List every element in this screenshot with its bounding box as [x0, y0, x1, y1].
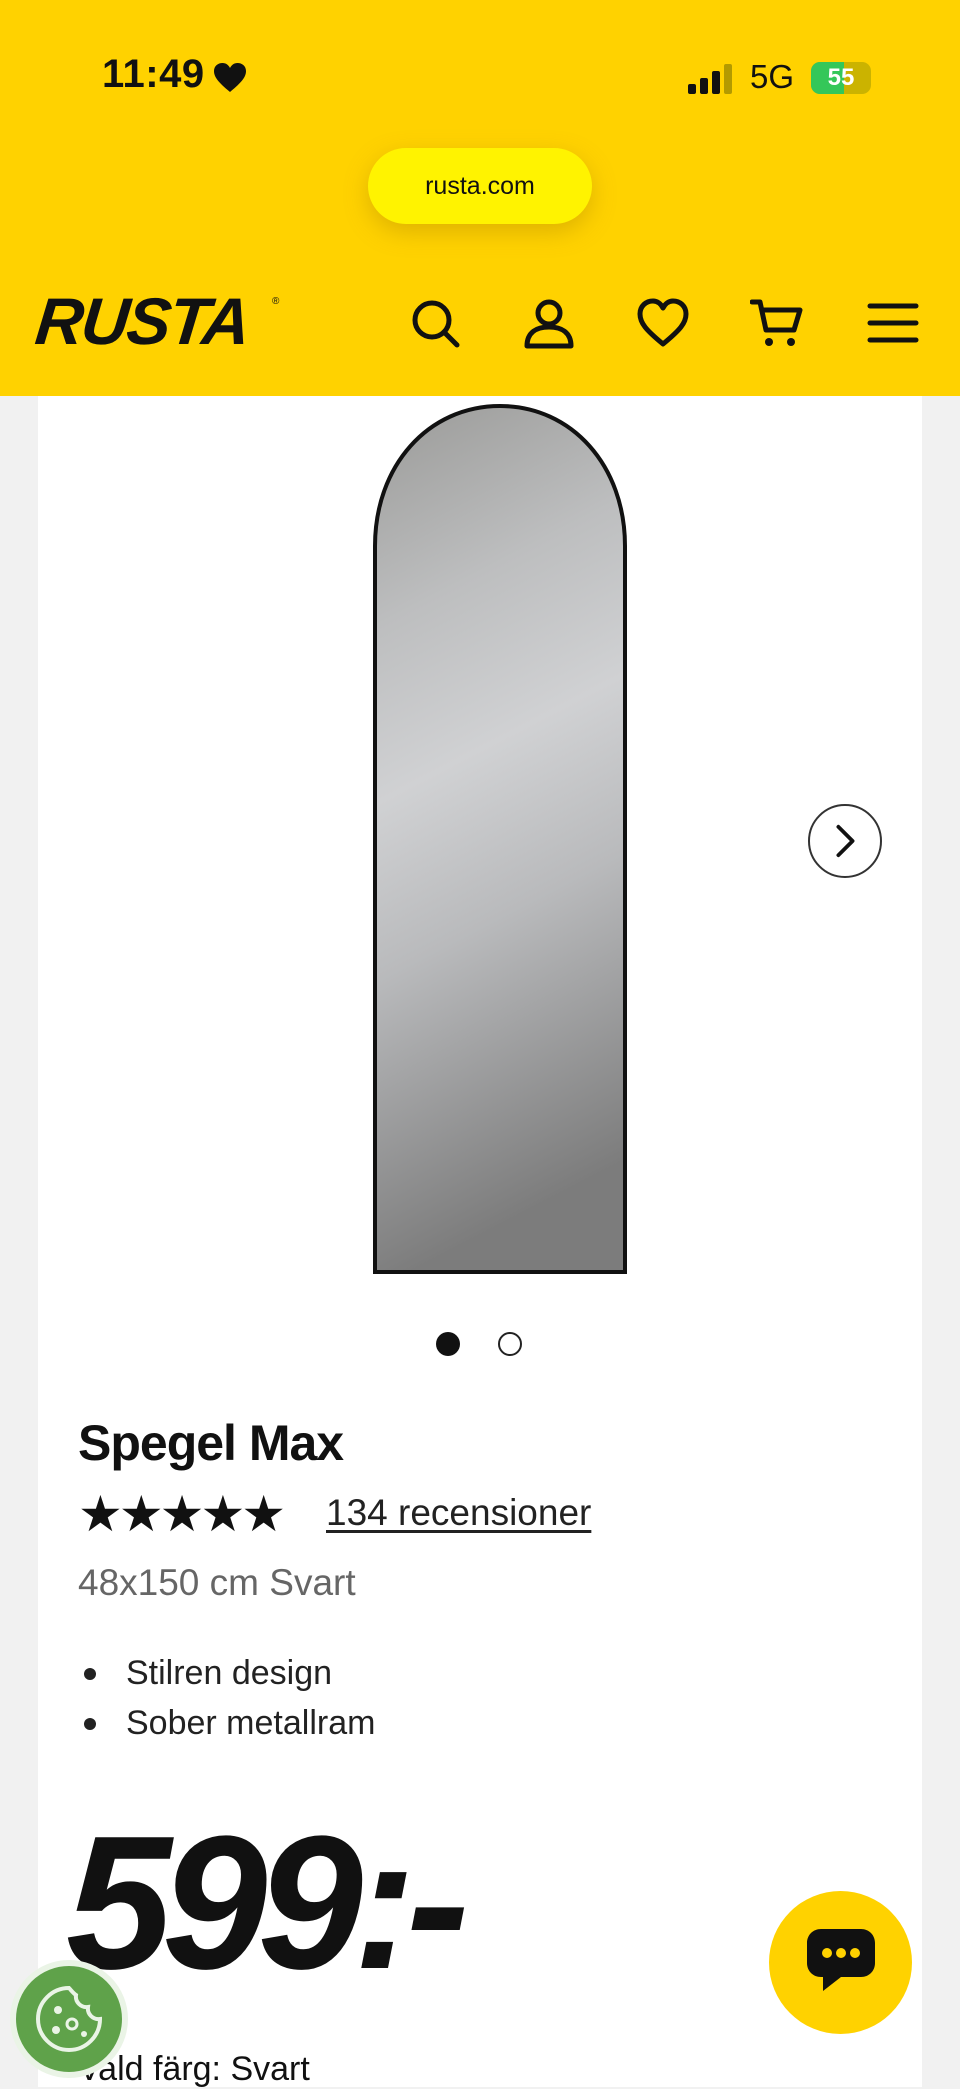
chat-bubble-icon	[807, 1929, 875, 1991]
product-image[interactable]	[328, 396, 678, 1276]
battery-percent: 55	[827, 64, 855, 91]
status-time: 11:49	[102, 52, 205, 96]
cellular-signal-icon	[688, 64, 736, 94]
carousel-next-button[interactable]	[808, 804, 882, 878]
chat-button[interactable]	[769, 1891, 912, 2034]
network-type: 5G	[750, 58, 795, 95]
heart-status-icon	[213, 62, 247, 94]
cookie-settings-button[interactable]	[10, 1960, 128, 2078]
registered-mark: ®	[272, 296, 280, 307]
cart-icon[interactable]	[749, 296, 804, 350]
carousel-dot-active[interactable]	[436, 1332, 460, 1356]
selected-color-value: Svart	[230, 2050, 310, 2088]
feature-item: Sober metallram	[78, 1698, 375, 1748]
top-bar: 11:49 5G 55 rusta.com RUSTA ®	[0, 0, 960, 396]
product-subtitle: 48x150 cm Svart	[78, 1562, 356, 1603]
feature-list: Stilren design Sober metallram	[78, 1648, 375, 1748]
cookie-icon	[35, 1985, 103, 2053]
battery-indicator: 55	[811, 62, 871, 94]
reviews-link[interactable]: 134 recensioner	[326, 1492, 591, 1534]
rating-stars: ★★★★★	[78, 1486, 286, 1542]
rusta-logo[interactable]: RUSTA	[32, 283, 252, 359]
product-card: Spegel Max ★★★★★ 134 recensioner 48x150 …	[38, 396, 922, 2088]
product-title: Spegel Max	[78, 1415, 344, 1471]
product-price: 599:-	[66, 1797, 470, 2009]
carousel-dot[interactable]	[498, 1332, 522, 1356]
url-bar[interactable]: rusta.com	[368, 148, 592, 224]
feature-item: Stilren design	[78, 1648, 375, 1698]
account-icon[interactable]	[522, 296, 576, 350]
menu-icon[interactable]	[866, 296, 920, 350]
search-icon[interactable]	[408, 296, 462, 350]
wishlist-heart-icon[interactable]	[636, 296, 690, 350]
